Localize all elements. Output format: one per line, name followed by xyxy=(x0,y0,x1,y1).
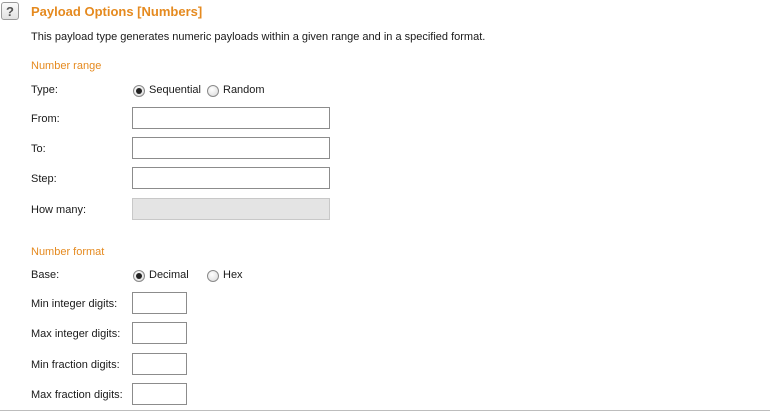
radio-hex[interactable] xyxy=(207,270,219,282)
help-icon[interactable]: ? xyxy=(1,2,19,20)
min-fraction-digits-input[interactable] xyxy=(132,353,187,375)
panel-bottom-divider xyxy=(0,410,770,411)
radio-selected-dot xyxy=(136,88,142,94)
min-integer-digits-input[interactable] xyxy=(132,292,187,314)
radio-decimal[interactable] xyxy=(133,270,145,282)
max-integer-digits-label: Max integer digits: xyxy=(31,328,121,340)
min-integer-digits-label: Min integer digits: xyxy=(31,298,118,310)
from-label: From: xyxy=(31,113,60,125)
step-input[interactable] xyxy=(132,167,330,189)
section-heading-number-range: Number range xyxy=(31,60,102,72)
max-integer-digits-input[interactable] xyxy=(132,322,187,344)
section-heading-number-format: Number format xyxy=(31,246,105,258)
radio-random[interactable] xyxy=(207,85,219,97)
max-fraction-digits-label: Max fraction digits: xyxy=(31,389,123,401)
base-label: Base: xyxy=(31,269,60,281)
radio-decimal-label[interactable]: Decimal xyxy=(149,269,189,281)
min-fraction-digits-label: Min fraction digits: xyxy=(31,359,120,371)
radio-hex-label[interactable]: Hex xyxy=(223,269,243,281)
radio-sequential[interactable] xyxy=(133,85,145,97)
panel-description: This payload type generates numeric payl… xyxy=(31,31,486,43)
radio-selected-dot xyxy=(136,273,142,279)
panel-title: Payload Options [Numbers] xyxy=(31,4,203,19)
radio-sequential-label[interactable]: Sequential xyxy=(149,84,201,96)
how-many-input xyxy=(132,198,330,220)
max-fraction-digits-input[interactable] xyxy=(132,383,187,405)
from-input[interactable] xyxy=(132,107,330,129)
to-input[interactable] xyxy=(132,137,330,159)
to-label: To: xyxy=(31,143,46,155)
radio-random-label[interactable]: Random xyxy=(223,84,265,96)
type-label: Type: xyxy=(31,84,58,96)
how-many-label: How many: xyxy=(31,204,87,216)
step-label: Step: xyxy=(31,173,57,185)
